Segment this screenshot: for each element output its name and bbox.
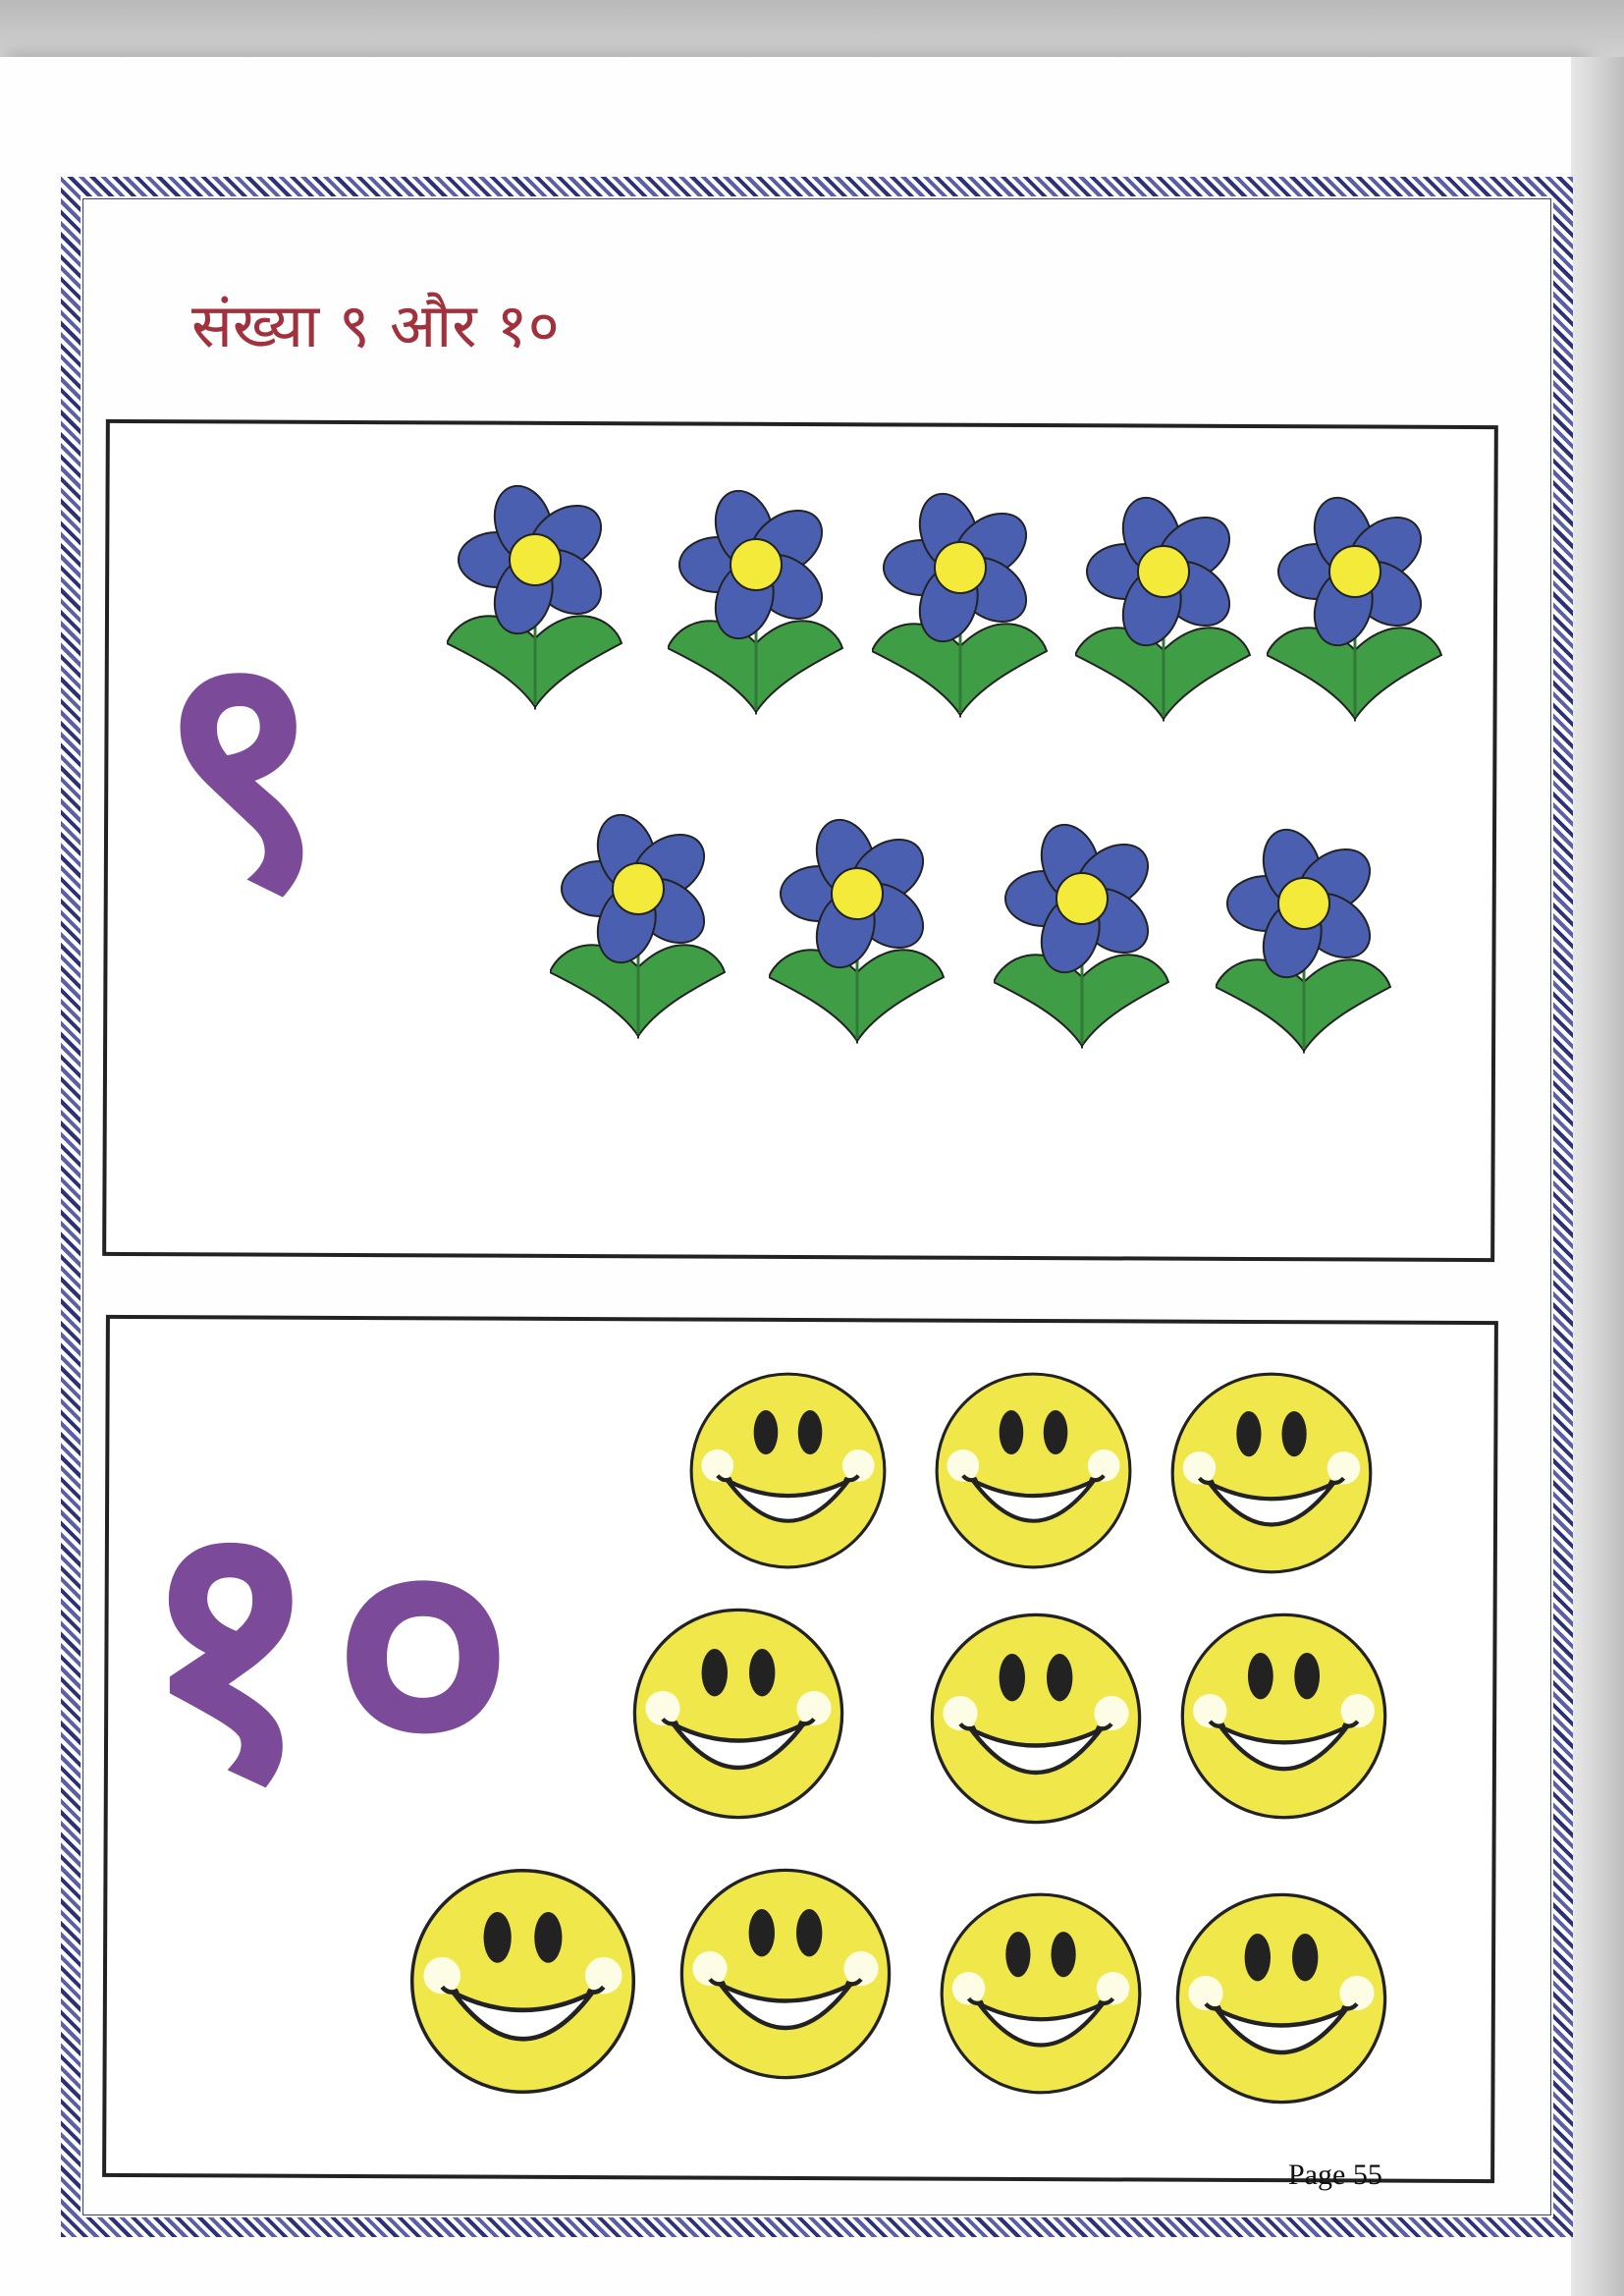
flower-icon [767, 805, 946, 1061]
flower-icon [445, 471, 623, 727]
flower-icon [1214, 815, 1392, 1070]
smiley-face-icon [687, 1370, 889, 1571]
smiley-face-icon [1168, 1370, 1375, 1576]
smiley-face-icon [938, 1890, 1144, 2097]
smiley-face-icon [630, 1606, 846, 1822]
page-title: संख्या ९ और १० [191, 290, 560, 361]
flower-icon [666, 476, 844, 732]
flower-icon [992, 810, 1170, 1066]
smiley-face-icon [1178, 1611, 1389, 1822]
numeral-ten: १० [137, 1444, 525, 1855]
smiley-face-icon [928, 1611, 1144, 1827]
page-number: Page 55 [1288, 2159, 1382, 2191]
smiley-face-icon [407, 1866, 638, 2097]
smiley-face-icon [933, 1370, 1134, 1571]
flower-icon [1265, 483, 1443, 738]
smiley-face-icon [1173, 1890, 1389, 2106]
page-edge [1571, 57, 1624, 2296]
flower-icon [548, 800, 727, 1056]
flower-icon [870, 479, 1049, 735]
flower-icon [1073, 483, 1252, 738]
numeral-nine: ९ [157, 582, 326, 959]
smiley-face-icon [677, 1866, 893, 2082]
